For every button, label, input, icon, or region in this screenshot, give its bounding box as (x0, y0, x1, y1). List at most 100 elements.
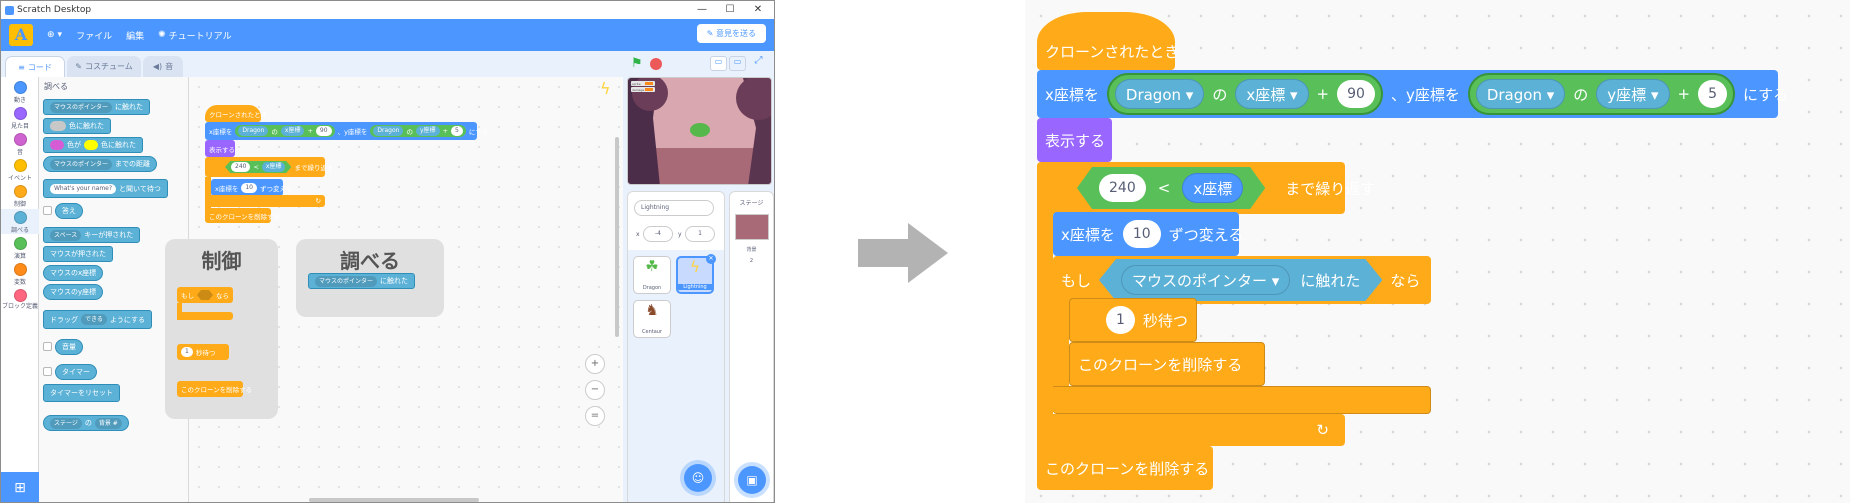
category-variables[interactable]: 変数 (1, 263, 39, 286)
number-input[interactable]: 1 (1106, 306, 1135, 334)
script-repeat-until-block[interactable]: 240 < x座標 まで繰り返す (205, 157, 333, 177)
color-swatch[interactable] (84, 140, 98, 150)
add-reporter[interactable]: Dragon ▾ の x座標 ▾ + 90 (1106, 73, 1383, 115)
checkbox-loudness[interactable] (43, 342, 52, 351)
number-input[interactable]: 90 (1337, 80, 1375, 108)
number-input[interactable]: 10 (241, 182, 257, 193)
touching-dropdown[interactable]: マウスのポインター (315, 275, 378, 287)
card-if-block[interactable]: もし なら (177, 287, 233, 303)
add-extension-button[interactable]: ⊞ (1, 472, 39, 502)
zoom-delete-clone-block[interactable]: このクローンを削除する (1037, 446, 1213, 490)
add-reporter[interactable]: Dragon の x座標 +90 (235, 125, 335, 137)
scratch-logo[interactable]: A (9, 24, 33, 46)
block-mouse-y[interactable]: マウスのy座標 (43, 284, 104, 300)
ask-input[interactable]: What's your name? (50, 183, 117, 194)
of-target-dropdown[interactable]: ステージ (50, 417, 82, 429)
green-flag-icon[interactable]: ⚑ (631, 56, 643, 71)
fullscreen-icon[interactable]: ⤢ (750, 55, 767, 71)
zoom-in-button[interactable]: + (585, 354, 605, 374)
number-input[interactable]: 240 (231, 162, 251, 172)
category-control[interactable]: 制御 (1, 185, 39, 208)
touching-dropdown[interactable]: マウスのポインター (50, 101, 113, 113)
sprite-thumb-dragon[interactable]: ☘ Dragon (633, 256, 671, 294)
minimize-icon[interactable]: — (688, 1, 716, 19)
zoom-out-button[interactable]: − (585, 380, 605, 400)
block-distance[interactable]: マウスのポインター までの距離 (43, 156, 158, 172)
script-delete-clone-block[interactable]: このクローンを削除する (205, 208, 280, 223)
zoom-reset-button[interactable]: = (585, 406, 605, 426)
category-my-blocks[interactable]: ブロック定義 (1, 289, 39, 311)
sprite-dropdown[interactable]: Dragon ▾ (1114, 79, 1205, 109)
zoom-goto-block[interactable]: x座標を Dragon ▾ の x座標 ▾ + 90 、y座標を Dragon … (1037, 70, 1788, 118)
script-change-x-block[interactable]: x座標を 10 ずつ変える (211, 179, 292, 196)
block-answer[interactable]: 答え (55, 203, 83, 219)
block-mouse-down[interactable]: マウスが押された (43, 246, 113, 262)
add-reporter[interactable]: Dragon ▾ の y座標 ▾ + 5 (1467, 73, 1735, 115)
zoom-change-x-block[interactable]: x座標を 10 ずつ変える (1053, 212, 1243, 256)
key-dropdown[interactable]: スペース (50, 229, 82, 241)
block-timer[interactable]: タイマー (55, 364, 97, 380)
number-input[interactable]: 5 (1698, 80, 1727, 108)
sprite-dropdown[interactable]: Dragon ▾ (1475, 79, 1566, 109)
script-show-block[interactable]: 表示する (205, 140, 235, 157)
prop-dropdown[interactable]: x座標 ▾ (1235, 79, 1309, 109)
delete-sprite-icon[interactable]: ✕ (706, 254, 716, 264)
xpos-reporter[interactable]: x座標 (261, 162, 286, 172)
sprite-thumb-centaur[interactable]: ♞ Centaur (633, 300, 671, 338)
tab-code[interactable]: ≡ コード (5, 56, 65, 77)
block-color-touching[interactable]: 色に触れた (43, 118, 111, 134)
number-input[interactable]: 5 (450, 126, 463, 136)
prop-dropdown[interactable]: y座標 (415, 126, 440, 136)
empty-condition-slot[interactable] (197, 290, 213, 300)
checkbox-answer[interactable] (43, 206, 52, 215)
color-swatch[interactable] (50, 140, 64, 150)
zoom-if-block[interactable]: もし マウスのポインター ▾ に触れた なら (1053, 256, 1431, 304)
stop-icon[interactable] (650, 58, 662, 70)
card-wait-block[interactable]: 1 秒待つ (177, 344, 229, 360)
block-set-drag[interactable]: ドラッグ できる ようにする (43, 310, 152, 329)
category-sound[interactable]: 音 (1, 133, 39, 156)
block-color-is-touching[interactable]: 色が 色に触れた (43, 137, 143, 153)
stage-canvas[interactable]: sprite damage (627, 77, 772, 185)
zoom-hat-block[interactable]: クローンされたとき (1037, 12, 1179, 70)
maximize-icon[interactable]: ☐ (716, 1, 744, 19)
category-sensing[interactable]: 調べる (1, 209, 39, 234)
zoom-repeat-until-block[interactable]: 240 < x座標 まで繰り返す (1037, 162, 1375, 214)
small-stage-icon[interactable]: ▭ (710, 56, 727, 71)
number-input[interactable]: 10 (1122, 220, 1161, 248)
script-goto-block[interactable]: x座標を Dragon の x座標 +90 、y座標を Dragon の y座標 +5 にす… (205, 122, 488, 140)
drag-dropdown[interactable]: できる (81, 314, 107, 325)
prop-dropdown[interactable]: x座標 (280, 126, 305, 136)
block-of[interactable]: ステージの背景 # (43, 415, 129, 431)
tab-costumes[interactable]: ✎ コスチューム (67, 56, 141, 77)
feedback-button[interactable]: ✎ 意見を送る (696, 24, 766, 43)
menu-tutorials[interactable]: ✺ チュートリアル (158, 29, 231, 42)
add-backdrop-button[interactable]: ▣ (738, 466, 766, 494)
sprite-dropdown[interactable]: Dragon (238, 126, 269, 136)
sprite-name-input[interactable]: Lightning (634, 200, 714, 216)
color-swatch[interactable] (50, 121, 66, 131)
block-touching[interactable]: マウスのポインター に触れた (43, 99, 151, 115)
script-vscrollbar[interactable] (615, 137, 619, 337)
add-sprite-button[interactable]: ☺ (684, 464, 712, 492)
category-operators[interactable]: 演算 (1, 237, 39, 260)
close-icon[interactable]: ✕ (744, 1, 772, 19)
zoom-wait-block[interactable]: 1 秒待つ (1069, 298, 1197, 342)
menu-edit[interactable]: 編集 (126, 29, 144, 42)
category-events[interactable]: イベント (1, 159, 39, 182)
block-ask[interactable]: What's your name? と聞いて待つ (43, 179, 168, 198)
lt-operator[interactable]: 240 < x座標 (225, 161, 292, 173)
prop-dropdown[interactable]: y座標 ▾ (1596, 79, 1670, 109)
tab-sounds[interactable]: ◀) 音 (143, 56, 183, 77)
checkbox-timer[interactable] (43, 367, 52, 376)
block-reset-timer[interactable]: タイマーをリセット (43, 384, 120, 402)
xpos-reporter[interactable]: x座標 (1182, 173, 1244, 203)
block-loudness[interactable]: 音量 (55, 339, 83, 355)
sprite-y-input[interactable]: 1 (685, 226, 715, 242)
touching-dropdown[interactable]: マウスのポインター ▾ (1121, 265, 1291, 295)
lt-operator[interactable]: 240 < x座標 (1077, 167, 1266, 209)
card-touching-block[interactable]: マウスのポインター に触れた (308, 273, 416, 289)
card-delete-clone-block[interactable]: このクローンを削除する (177, 381, 252, 397)
block-key-pressed[interactable]: スペース キーが押された (43, 227, 141, 243)
number-input[interactable]: 240 (1099, 174, 1146, 202)
